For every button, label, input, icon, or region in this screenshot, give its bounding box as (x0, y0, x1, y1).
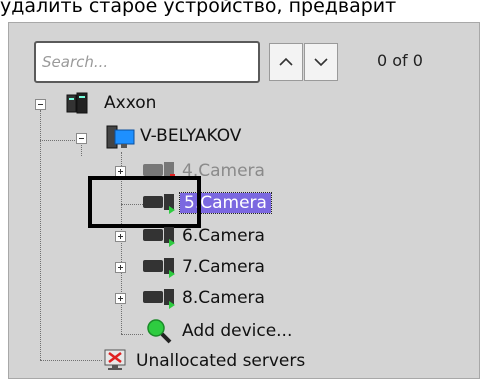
camera-icon (143, 289, 175, 309)
add-device-item[interactable]: Add device... (182, 317, 292, 345)
tree-node-camera-7[interactable]: 7.Camera (182, 253, 265, 281)
tree-node-axxon-label: Axxon (104, 93, 157, 113)
expand-camera-7-toggle[interactable] (115, 262, 126, 273)
add-device-label: Add device... (182, 321, 293, 341)
server-computer-icon (106, 125, 135, 149)
tree-node-unallocated[interactable]: Unallocated servers (136, 347, 305, 375)
camera-8-label: 8.Camera (182, 288, 265, 308)
server-group-icon (66, 92, 88, 114)
tree-node-axxon[interactable]: Axxon (104, 89, 156, 117)
camera-7-label: 7.Camera (182, 257, 265, 277)
tree-node-camera-6[interactable]: 6.Camera (182, 222, 265, 250)
camera-icon (143, 227, 175, 247)
unallocated-servers-icon (104, 349, 126, 370)
tree-node-camera-8[interactable]: 8.Camera (182, 284, 265, 312)
camera-icon (143, 258, 175, 278)
tree-node-server-label: V-BELYAKOV (140, 126, 242, 146)
add-device-magnifier-icon (147, 319, 172, 344)
device-tree: Axxon V-BELYAKOV 4.Camera 5.Camera 6.Cam… (0, 0, 485, 389)
camera-6-label: 6.Camera (182, 226, 265, 246)
highlight-frame (88, 176, 201, 228)
unallocated-label: Unallocated servers (136, 351, 306, 371)
tree-node-server[interactable]: V-BELYAKOV (140, 122, 241, 150)
collapse-axxon-toggle[interactable] (35, 99, 46, 110)
expand-camera-6-toggle[interactable] (115, 231, 126, 242)
expand-camera-8-toggle[interactable] (115, 293, 126, 304)
collapse-server-toggle[interactable] (76, 133, 87, 144)
